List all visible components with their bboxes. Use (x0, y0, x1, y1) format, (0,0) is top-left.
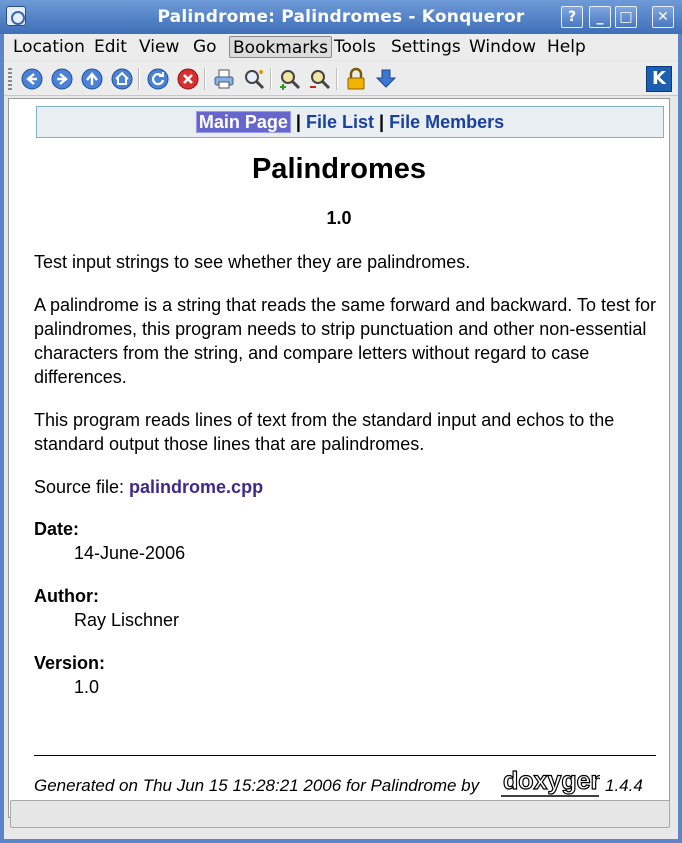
menu-view[interactable]: View (136, 36, 182, 58)
menu-location[interactable]: Location (10, 36, 88, 58)
print-icon[interactable] (212, 67, 236, 91)
toolbar-separator (336, 68, 338, 90)
nav-file-list-link[interactable]: File List (306, 112, 374, 132)
nav-file-members-link[interactable]: File Members (389, 112, 504, 132)
menu-window[interactable]: Window (466, 36, 539, 58)
nav-separator: | (379, 112, 385, 132)
author-label: Author: (34, 586, 99, 606)
help-button[interactable]: ? (561, 6, 583, 28)
find-icon[interactable] (242, 67, 266, 91)
nav-main-page-link[interactable]: Main Page (195, 111, 291, 133)
description-paragraph: A palindrome is a string that reads the … (34, 295, 656, 387)
source-file-line: Source file: palindrome.cpp (34, 475, 664, 499)
security-lock-icon[interactable] (344, 67, 368, 91)
minimize-button[interactable]: _ (589, 6, 611, 28)
date-label: Date: (34, 519, 80, 539)
nav-separator: | (295, 112, 301, 132)
home-icon[interactable] (110, 67, 134, 91)
back-icon[interactable] (20, 67, 44, 91)
up-icon[interactable] (80, 67, 104, 91)
konqueror-window: Palindrome: Palindromes - Konqueror ? _ … (0, 0, 682, 843)
doxygen-logo-text: doxygen (503, 767, 600, 795)
download-icon[interactable] (374, 67, 398, 91)
intro-paragraph: Test input strings to see whether they a… (34, 252, 471, 272)
menu-edit[interactable]: Edit (91, 36, 130, 58)
source-file-link[interactable]: palindrome.cpp (129, 477, 263, 497)
title-bar[interactable]: Palindrome: Palindromes - Konqueror ? _ … (0, 0, 682, 34)
menu-bookmarks[interactable]: Bookmarks (229, 36, 332, 58)
author-value: Ray Lischner (74, 610, 180, 630)
page-title: Palindromes (251, 153, 427, 185)
zoom-out-icon[interactable] (308, 67, 332, 91)
version-heading: 1.0 (326, 208, 352, 228)
zoom-in-icon[interactable] (278, 67, 302, 91)
stop-icon[interactable] (176, 67, 200, 91)
source-file-label: Source file: (34, 477, 130, 497)
version-value: 1.0 (74, 677, 100, 697)
toolbar-separator (138, 68, 140, 90)
menu-help[interactable]: Help (544, 36, 589, 58)
version-label: Version: (34, 653, 106, 673)
reload-icon[interactable] (146, 67, 170, 91)
html-view[interactable]: Main Page | File List | File Members Pal… (8, 98, 670, 818)
doxygen-logo[interactable]: doxygen (500, 765, 606, 799)
window-body: Location Edit View Go Bookmarks Tools Se… (4, 34, 678, 839)
toolbar-grip[interactable] (8, 68, 12, 92)
maximize-button[interactable]: □ (615, 6, 637, 28)
close-button[interactable]: ✕ (652, 6, 674, 28)
usage-paragraph: This program reads lines of text from th… (34, 410, 615, 454)
date-value: 14-June-2006 (74, 543, 186, 563)
doxygen-version: 1.4.4 (605, 776, 643, 795)
menu-go[interactable]: Go (190, 36, 220, 58)
main-toolbar: K (4, 62, 678, 96)
toolbar-separator (270, 68, 272, 90)
kde-logo-icon[interactable]: K (646, 66, 672, 92)
status-bar (10, 800, 670, 828)
forward-icon[interactable] (50, 67, 74, 91)
toolbar-separator (204, 68, 206, 90)
doxygen-navbar: Main Page | File List | File Members (36, 106, 664, 138)
menu-bar: Location Edit View Go Bookmarks Tools Se… (4, 34, 678, 60)
menu-tools[interactable]: Tools (331, 36, 379, 58)
generated-by-text: Generated on Thu Jun 15 15:28:21 2006 fo… (34, 776, 480, 795)
menu-settings[interactable]: Settings (388, 36, 464, 58)
footer-divider (34, 755, 656, 756)
